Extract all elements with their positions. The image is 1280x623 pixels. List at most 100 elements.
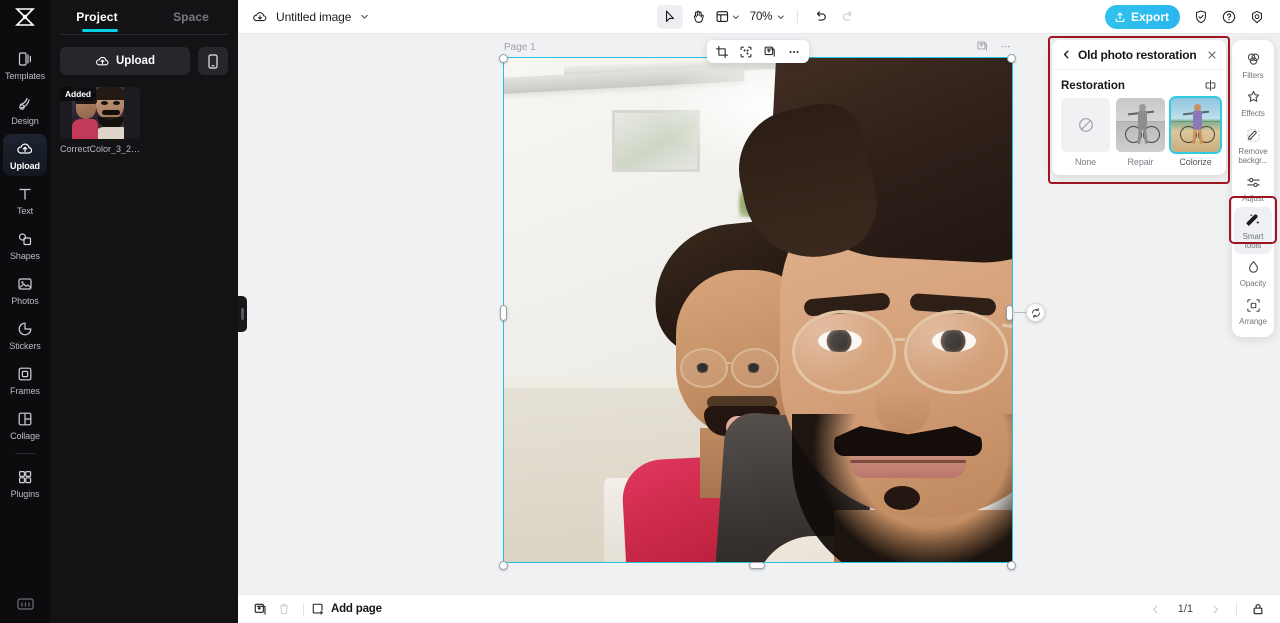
- crop-button[interactable]: [711, 42, 733, 62]
- restoration-option-repair[interactable]: Repair: [1116, 98, 1165, 167]
- asset-thumbnail[interactable]: Added: [60, 87, 140, 139]
- restoration-thumb-repair[interactable]: [1116, 98, 1165, 152]
- panel-header: Old photo restoration: [1052, 40, 1226, 70]
- settings-gear-icon[interactable]: [1244, 5, 1270, 29]
- remove-background-icon: [1245, 127, 1262, 144]
- restoration-section-header: Restoration: [1052, 70, 1226, 98]
- hand-tool-button[interactable]: [685, 5, 711, 29]
- duplicate-page-button[interactable]: [248, 598, 272, 620]
- tool-label: Effects: [1241, 109, 1265, 118]
- resize-handle-top-right[interactable]: [1007, 54, 1016, 63]
- more-button[interactable]: [783, 42, 805, 62]
- panel-tabs: Project Space: [50, 0, 238, 34]
- cloud-save-icon: [252, 9, 268, 25]
- help-question-icon[interactable]: [1216, 5, 1242, 29]
- next-page-button[interactable]: [1203, 598, 1227, 620]
- sidebar-item-photos[interactable]: Photos: [3, 269, 47, 311]
- sidebar-item-upload[interactable]: Upload: [3, 134, 47, 176]
- tool-arrange[interactable]: Arrange: [1234, 292, 1272, 330]
- upload-panel: Project Space Upload Added CorrectColor_…: [50, 0, 238, 623]
- asset-item[interactable]: Added CorrectColor_3_202...: [60, 87, 144, 154]
- duplicate-button[interactable]: [759, 42, 781, 62]
- restoration-option-none[interactable]: None: [1061, 98, 1110, 167]
- panel-title: Old photo restoration: [1078, 47, 1197, 62]
- tool-effects[interactable]: Effects: [1234, 84, 1272, 122]
- tool-opacity[interactable]: Opacity: [1234, 254, 1272, 292]
- close-x-icon[interactable]: [1206, 49, 1218, 61]
- app-root: Templates Design Upload Text Shapes Phot…: [0, 0, 1280, 623]
- left-icon-rail: Templates Design Upload Text Shapes Phot…: [0, 0, 50, 623]
- shield-check-icon[interactable]: [1188, 5, 1214, 29]
- export-button-label: Export: [1130, 9, 1169, 24]
- canvas-photo[interactable]: [504, 58, 1012, 562]
- resize-handle-top-left[interactable]: [499, 54, 508, 63]
- chevron-left-icon[interactable]: [1061, 49, 1072, 60]
- tool-filters[interactable]: Filters: [1234, 46, 1272, 84]
- sidebar-item-label: Frames: [10, 386, 40, 396]
- canvas-duplicate-icon[interactable]: [976, 40, 989, 53]
- right-tool-rail: Filters Effects Remove backgr... Adjust …: [1232, 40, 1274, 337]
- upload-button[interactable]: Upload: [60, 47, 190, 75]
- zoom-level: 70%: [749, 10, 773, 23]
- smart-select-button[interactable]: [735, 42, 757, 62]
- canvas-more-icon[interactable]: [999, 40, 1012, 53]
- resize-handle-bottom[interactable]: [749, 562, 765, 569]
- lock-button[interactable]: [1246, 598, 1270, 620]
- add-page-button[interactable]: Add page: [311, 602, 382, 616]
- tool-smart-tools[interactable]: Smart tools: [1234, 207, 1272, 254]
- sidebar-item-stickers[interactable]: Stickers: [3, 314, 47, 356]
- asset-name: CorrectColor_3_202...: [60, 144, 144, 154]
- toolbar-divider: [797, 9, 799, 24]
- restoration-thumb-colorize[interactable]: [1171, 98, 1220, 152]
- app-logo[interactable]: [0, 0, 50, 34]
- tab-space[interactable]: Space: [144, 0, 238, 34]
- restoration-label-colorize: Colorize: [1179, 157, 1212, 167]
- tool-adjust[interactable]: Adjust: [1234, 169, 1272, 207]
- chevron-down-icon[interactable]: [359, 11, 370, 22]
- templates-icon: [16, 50, 34, 68]
- restoration-label-repair: Repair: [1127, 157, 1154, 167]
- zoom-control[interactable]: 70%: [745, 11, 788, 23]
- resize-handle-right[interactable]: [1006, 305, 1013, 321]
- lock-icon: [1251, 602, 1265, 616]
- adjust-sliders-icon: [1245, 174, 1262, 191]
- redo-button[interactable]: [835, 5, 861, 29]
- delete-page-button[interactable]: [272, 598, 296, 620]
- sidebar-item-collage[interactable]: Collage: [3, 404, 47, 446]
- undo-button[interactable]: [807, 5, 833, 29]
- artboard[interactable]: [504, 58, 1012, 562]
- compare-split-icon[interactable]: [1204, 79, 1217, 92]
- upload-button-label: Upload: [116, 55, 155, 67]
- sidebar-item-design[interactable]: Design: [3, 89, 47, 131]
- sidebar-item-shapes[interactable]: Shapes: [3, 224, 47, 266]
- page-navigation: 1/1: [1144, 598, 1270, 620]
- tool-label: Adjust: [1242, 194, 1264, 203]
- resize-handle-bottom-left[interactable]: [499, 561, 508, 570]
- arrange-icon: [1245, 297, 1262, 314]
- upload-from-mobile-button[interactable]: [198, 47, 228, 75]
- duplicate-page-icon: [253, 602, 268, 617]
- prev-page-button[interactable]: [1144, 598, 1168, 620]
- keyboard-shortcuts-icon[interactable]: [16, 597, 34, 611]
- rotate-handle[interactable]: [1026, 303, 1045, 322]
- sidebar-item-frames[interactable]: Frames: [3, 359, 47, 401]
- panel-collapse-handle[interactable]: [238, 296, 247, 332]
- sidebar-item-text[interactable]: Text: [3, 179, 47, 221]
- restoration-option-colorize[interactable]: Colorize: [1171, 98, 1220, 167]
- restoration-options: None Repair Colorize: [1052, 98, 1226, 167]
- sidebar-item-templates[interactable]: Templates: [3, 44, 47, 86]
- tool-label: Opacity: [1239, 279, 1267, 288]
- repair-preview-art: [1116, 98, 1165, 152]
- tool-remove-background[interactable]: Remove backgr...: [1234, 122, 1272, 169]
- select-tool-button[interactable]: [656, 4, 683, 29]
- filters-icon: [1245, 51, 1262, 68]
- bottom-divider: [303, 602, 304, 616]
- layout-tool-button[interactable]: [713, 9, 743, 24]
- resize-handle-bottom-right[interactable]: [1007, 561, 1016, 570]
- opacity-drop-icon: [1245, 259, 1262, 276]
- export-button[interactable]: Export: [1104, 4, 1180, 29]
- restoration-thumb-none[interactable]: [1061, 98, 1110, 152]
- sidebar-item-plugins[interactable]: Plugins: [3, 462, 47, 504]
- resize-handle-left[interactable]: [500, 305, 507, 321]
- document-title-group[interactable]: Untitled image: [238, 9, 370, 25]
